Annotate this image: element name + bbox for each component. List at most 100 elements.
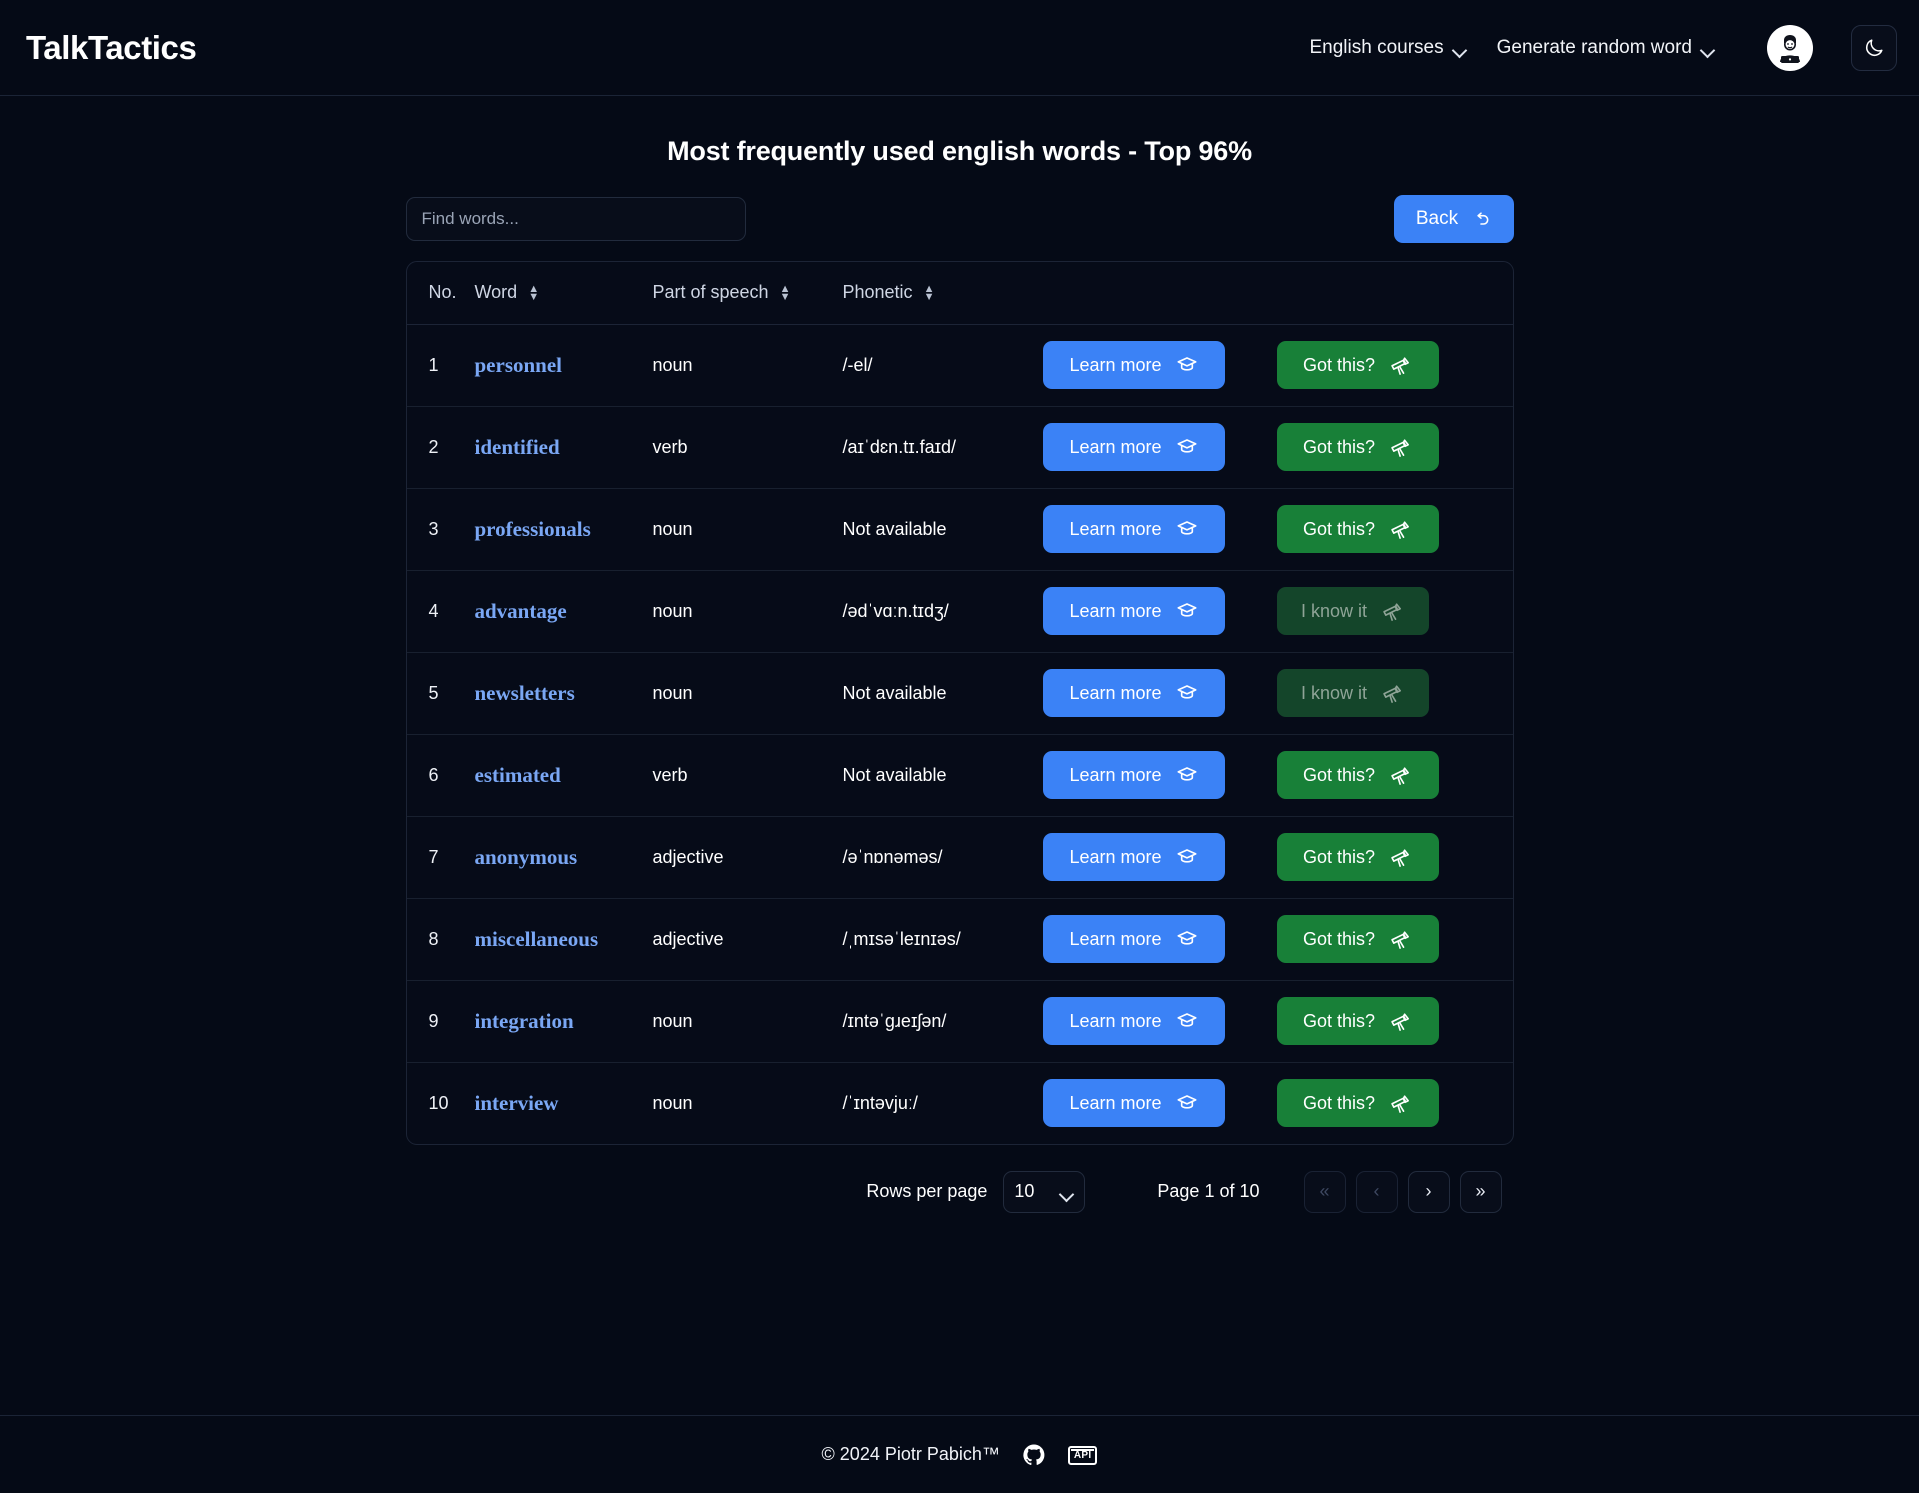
- cell-row-number: 3: [406, 488, 475, 571]
- column-header-phonetic-label: Phonetic: [842, 282, 913, 303]
- got-this-button[interactable]: Got this?: [1276, 505, 1439, 553]
- table-row: 5 newsletters noun Not available Learn more I…: [406, 652, 1513, 735]
- telescope-icon: [1391, 848, 1409, 867]
- learn-more-button[interactable]: Learn more: [1042, 1079, 1225, 1127]
- search-input[interactable]: [405, 197, 746, 241]
- got-this-button[interactable]: Got this?: [1276, 997, 1439, 1045]
- graduation-cap-icon: [1176, 521, 1197, 535]
- cell-part-of-speech: noun: [652, 980, 843, 1063]
- word-link[interactable]: integration: [475, 1009, 574, 1033]
- telescope-icon: [1391, 930, 1409, 949]
- learn-more-button[interactable]: Learn more: [1042, 669, 1225, 717]
- avatar[interactable]: [1767, 24, 1813, 71]
- cell-word: advantage: [474, 570, 653, 653]
- word-link[interactable]: interview: [475, 1091, 559, 1115]
- table-row: 4 advantage noun/ədˈvɑːn.tɪdʒ/Learn more I …: [406, 570, 1513, 653]
- navbar-right-group: English courses Generate random word: [1309, 24, 1897, 71]
- page-footer: © 2024 Piotr Pabich™ API: [0, 1415, 1919, 1493]
- word-link[interactable]: newsletters: [475, 681, 575, 705]
- table-row: 6 estimated verb Not available Learn more Got…: [406, 734, 1513, 817]
- got-this-button[interactable]: Got this?: [1276, 751, 1439, 799]
- undo-arrow-icon: [1477, 212, 1489, 225]
- learn-more-button[interactable]: Learn more: [1042, 751, 1225, 799]
- back-button[interactable]: Back: [1393, 195, 1514, 243]
- got-this-button[interactable]: Got this?: [1276, 1079, 1439, 1127]
- cell-row-number: 10: [428, 1092, 449, 1113]
- cell-row-number: 6: [406, 734, 475, 817]
- cell-word: newsletters: [474, 652, 653, 735]
- telescope-icon: [1391, 438, 1409, 457]
- got-this-button[interactable]: Got this?: [1276, 423, 1439, 471]
- cell-part-of-speech: noun: [652, 570, 843, 653]
- cell-word: identified: [474, 406, 653, 489]
- table-row: 2 identified verb/aɪˈdɛn.tɪ.faɪd/Learn mor…: [406, 406, 1513, 489]
- pagination-buttons: « ‹ › »: [1303, 1170, 1502, 1213]
- column-header-phonetic[interactable]: Phonetic ▲ ▼: [842, 262, 1043, 325]
- cell-row-number: 9: [406, 980, 475, 1063]
- word-link[interactable]: professionals: [475, 517, 591, 541]
- cell-part-of-speech: verb: [652, 734, 843, 817]
- cell-word: estimated: [474, 734, 653, 817]
- graduation-cap-icon: [1176, 849, 1197, 863]
- column-header-word[interactable]: Word ▲ ▼: [474, 262, 653, 325]
- graduation-cap-icon: [1176, 357, 1197, 371]
- word-link[interactable]: miscellaneous: [475, 927, 599, 951]
- sort-phonetic-icon[interactable]: ▲ ▼: [924, 283, 935, 302]
- learn-more-label: Learn more: [1069, 600, 1162, 621]
- word-link[interactable]: anonymous: [475, 845, 578, 869]
- cell-part-of-speech: noun: [652, 488, 843, 571]
- got-this-button[interactable]: Got this?: [1276, 915, 1439, 963]
- sort-part-of-speech-icon[interactable]: ▲ ▼: [780, 283, 791, 302]
- graduation-cap-icon: [1176, 685, 1197, 699]
- word-link[interactable]: advantage: [475, 599, 567, 623]
- theme-toggle-button[interactable]: [1851, 24, 1897, 71]
- chevron-right-icon: ›: [1425, 1181, 1432, 1201]
- cell-phonetic: /ədˈvɑːn.tɪdʒ/: [842, 570, 1043, 653]
- brand-logo[interactable]: TalkTactics: [22, 29, 197, 67]
- table-row: 8 miscellaneous adjective/ˌmɪsəˈleɪnɪəs/Le…: [406, 898, 1513, 981]
- i-know-it-button-label: I know it: [1300, 600, 1368, 621]
- table-toolbar: Back: [405, 195, 1514, 243]
- column-header-actions: [1042, 262, 1513, 325]
- rows-per-page-label: Rows per page: [866, 1181, 988, 1201]
- sort-word-icon[interactable]: ▲ ▼: [528, 283, 539, 302]
- github-link[interactable]: [1022, 1443, 1046, 1467]
- next-page-button[interactable]: ›: [1407, 1170, 1450, 1213]
- got-this-button[interactable]: Got this?: [1276, 341, 1439, 389]
- first-page-button[interactable]: «: [1303, 1170, 1346, 1213]
- learn-more-button[interactable]: Learn more: [1042, 587, 1225, 635]
- double-chevron-right-icon: »: [1475, 1181, 1486, 1201]
- learn-more-button[interactable]: Learn more: [1042, 423, 1225, 471]
- learn-more-button[interactable]: Learn more: [1042, 341, 1225, 389]
- graduation-cap-icon: [1176, 1095, 1197, 1109]
- nav-english-courses[interactable]: English courses: [1309, 37, 1466, 59]
- words-table-container: No. Word ▲ ▼ Part of speech ▲ ▼ Phonetic…: [405, 261, 1514, 1145]
- cell-phonetic: /ɪntəˈɡɹeɪʃən/: [842, 980, 1043, 1063]
- word-link[interactable]: estimated: [475, 763, 561, 787]
- learn-more-label: Learn more: [1069, 1010, 1162, 1031]
- word-link[interactable]: personnel: [475, 353, 563, 377]
- word-link[interactable]: identified: [475, 435, 560, 459]
- learn-more-button[interactable]: Learn more: [1042, 997, 1225, 1045]
- cell-actions: Learn more Got this?: [1042, 488, 1513, 571]
- nav-generate-random-word[interactable]: Generate random word: [1497, 37, 1715, 59]
- chevron-down-icon: [1702, 45, 1715, 53]
- column-header-part-of-speech-label: Part of speech: [652, 282, 769, 303]
- previous-page-button[interactable]: ‹: [1355, 1170, 1398, 1213]
- learn-more-button[interactable]: Learn more: [1042, 505, 1225, 553]
- learn-more-button[interactable]: Learn more: [1042, 833, 1225, 881]
- learn-more-label: Learn more: [1069, 354, 1162, 375]
- api-link[interactable]: API: [1067, 1445, 1098, 1465]
- learn-more-label: Learn more: [1069, 928, 1162, 949]
- cell-actions: Learn more Got this?: [1042, 898, 1513, 981]
- cell-actions: Learn more I know it: [1042, 652, 1513, 735]
- got-this-button[interactable]: Got this?: [1276, 833, 1439, 881]
- last-page-button[interactable]: »: [1459, 1170, 1502, 1213]
- learn-more-button[interactable]: Learn more: [1042, 915, 1225, 963]
- main-content: Most frequently used english words - Top…: [0, 96, 1919, 1213]
- graduation-cap-icon: [1176, 439, 1197, 453]
- column-header-no-label: No.: [428, 282, 457, 303]
- nav-english-courses-label: English courses: [1309, 36, 1444, 58]
- rows-per-page-select[interactable]: 10: [1003, 1170, 1086, 1213]
- column-header-part-of-speech[interactable]: Part of speech ▲ ▼: [652, 262, 843, 325]
